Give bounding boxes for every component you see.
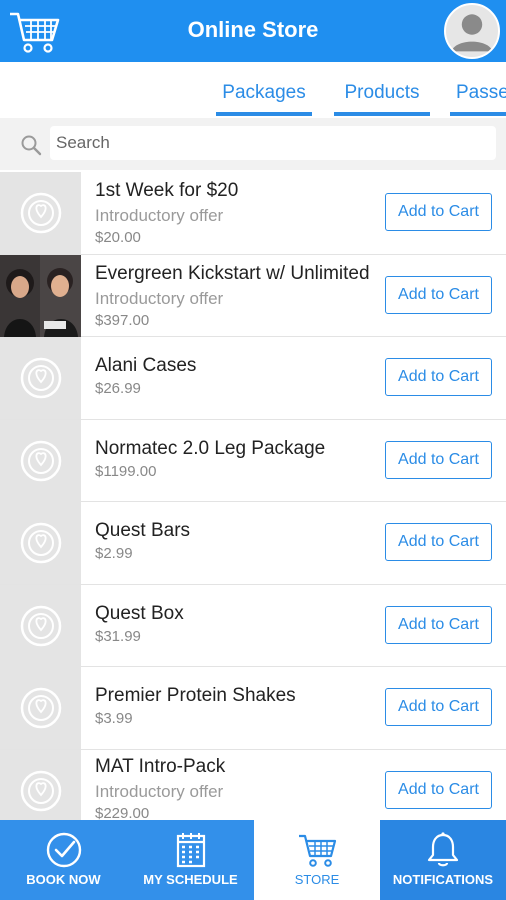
item-price: $229.00 bbox=[95, 804, 150, 821]
nav-book-now[interactable]: BOOK NOW bbox=[0, 820, 127, 900]
nav-my-schedule[interactable]: MY SCHEDULE bbox=[127, 820, 254, 900]
item-name: Premier Protein Shakes bbox=[95, 685, 296, 706]
item-price: $20.00 bbox=[95, 229, 141, 246]
item-subtitle: Introductory offer bbox=[95, 206, 224, 225]
add-to-cart-button[interactable]: Add to Cart bbox=[385, 688, 492, 726]
placeholder-logo-icon bbox=[0, 172, 81, 254]
item-subtitle: Introductory offer bbox=[95, 288, 224, 308]
placeholder-logo-icon bbox=[0, 749, 81, 820]
list-item[interactable]: Alani Cases $26.99 Add to Cart bbox=[0, 337, 506, 420]
bottom-nav: BOOK NOW MY SCHEDULE STORE NOTIFICATIONS bbox=[0, 820, 506, 900]
item-price: $1199.00 bbox=[95, 462, 157, 480]
item-price: $3.99 bbox=[95, 710, 133, 727]
item-price: $26.99 bbox=[95, 380, 141, 397]
product-list: 1st Week for $20 Introductory offer $20.… bbox=[0, 172, 506, 820]
shopping-cart-icon bbox=[299, 834, 337, 867]
placeholder-logo-icon bbox=[0, 667, 81, 749]
tab-products[interactable]: Products bbox=[334, 62, 430, 118]
add-to-cart-button[interactable]: Add to Cart bbox=[385, 605, 492, 644]
list-item[interactable]: Normatec 2.0 Leg Package $1199.00 Add to… bbox=[0, 419, 506, 502]
item-name: Quest Bars bbox=[95, 520, 191, 541]
page-title: Online Store bbox=[187, 17, 319, 42]
item-name: 1st Week for $20 bbox=[95, 180, 239, 201]
checkmark-circle-icon bbox=[46, 832, 81, 868]
nav-store[interactable]: STORE bbox=[254, 820, 380, 900]
list-item[interactable]: Quest Bars $2.99 Add to Cart bbox=[0, 502, 506, 585]
item-subtitle: Introductory offer bbox=[95, 781, 224, 801]
placeholder-logo-icon bbox=[0, 337, 81, 419]
add-to-cart-button[interactable]: Add to Cart bbox=[385, 523, 492, 561]
avatar[interactable] bbox=[444, 3, 500, 59]
placeholder-logo-icon bbox=[0, 419, 81, 502]
item-price: $31.99 bbox=[95, 627, 141, 645]
item-price: $397.00 bbox=[95, 311, 150, 329]
item-photo bbox=[0, 254, 81, 337]
tab-packages[interactable]: Packages bbox=[216, 62, 312, 118]
nav-notifications[interactable]: NOTIFICATIONS bbox=[380, 820, 506, 900]
add-to-cart-button[interactable]: Add to Cart bbox=[385, 440, 492, 479]
tab-passes[interactable]: Passes bbox=[450, 62, 506, 118]
item-name: Normatec 2.0 Leg Package bbox=[95, 437, 326, 459]
search-bar bbox=[0, 118, 506, 170]
calendar-icon bbox=[176, 833, 205, 868]
list-item[interactable]: 1st Week for $20 Introductory offer $20.… bbox=[0, 172, 506, 255]
item-name: Quest Box bbox=[95, 602, 184, 624]
add-to-cart-button[interactable]: Add to Cart bbox=[385, 275, 492, 314]
list-item[interactable]: Quest Box $31.99 Add to Cart bbox=[0, 584, 506, 667]
category-tabs: Packages Products Passes bbox=[0, 62, 506, 118]
search-icon bbox=[20, 134, 42, 156]
list-item[interactable]: MAT Intro-Pack Introductory offer $229.0… bbox=[0, 749, 506, 821]
item-name: Alani Cases bbox=[95, 355, 197, 376]
add-to-cart-button[interactable]: Add to Cart bbox=[385, 770, 492, 809]
list-item[interactable]: Evergreen Kickstart w/ Unlimited Introdu… bbox=[0, 254, 506, 337]
add-to-cart-button[interactable]: Add to Cart bbox=[385, 358, 492, 396]
list-item[interactable]: Premier Protein Shakes $3.99 Add to Cart bbox=[0, 667, 506, 750]
item-price: $2.99 bbox=[95, 545, 133, 562]
item-name: Evergreen Kickstart w/ Unlimited bbox=[95, 262, 370, 284]
search-input[interactable] bbox=[50, 126, 496, 160]
add-to-cart-button[interactable]: Add to Cart bbox=[385, 193, 492, 231]
item-name: MAT Intro-Pack bbox=[95, 755, 226, 777]
placeholder-logo-icon bbox=[0, 502, 81, 584]
bell-icon bbox=[427, 832, 459, 867]
app-header: Online Store bbox=[0, 0, 506, 62]
placeholder-logo-icon bbox=[0, 584, 81, 667]
